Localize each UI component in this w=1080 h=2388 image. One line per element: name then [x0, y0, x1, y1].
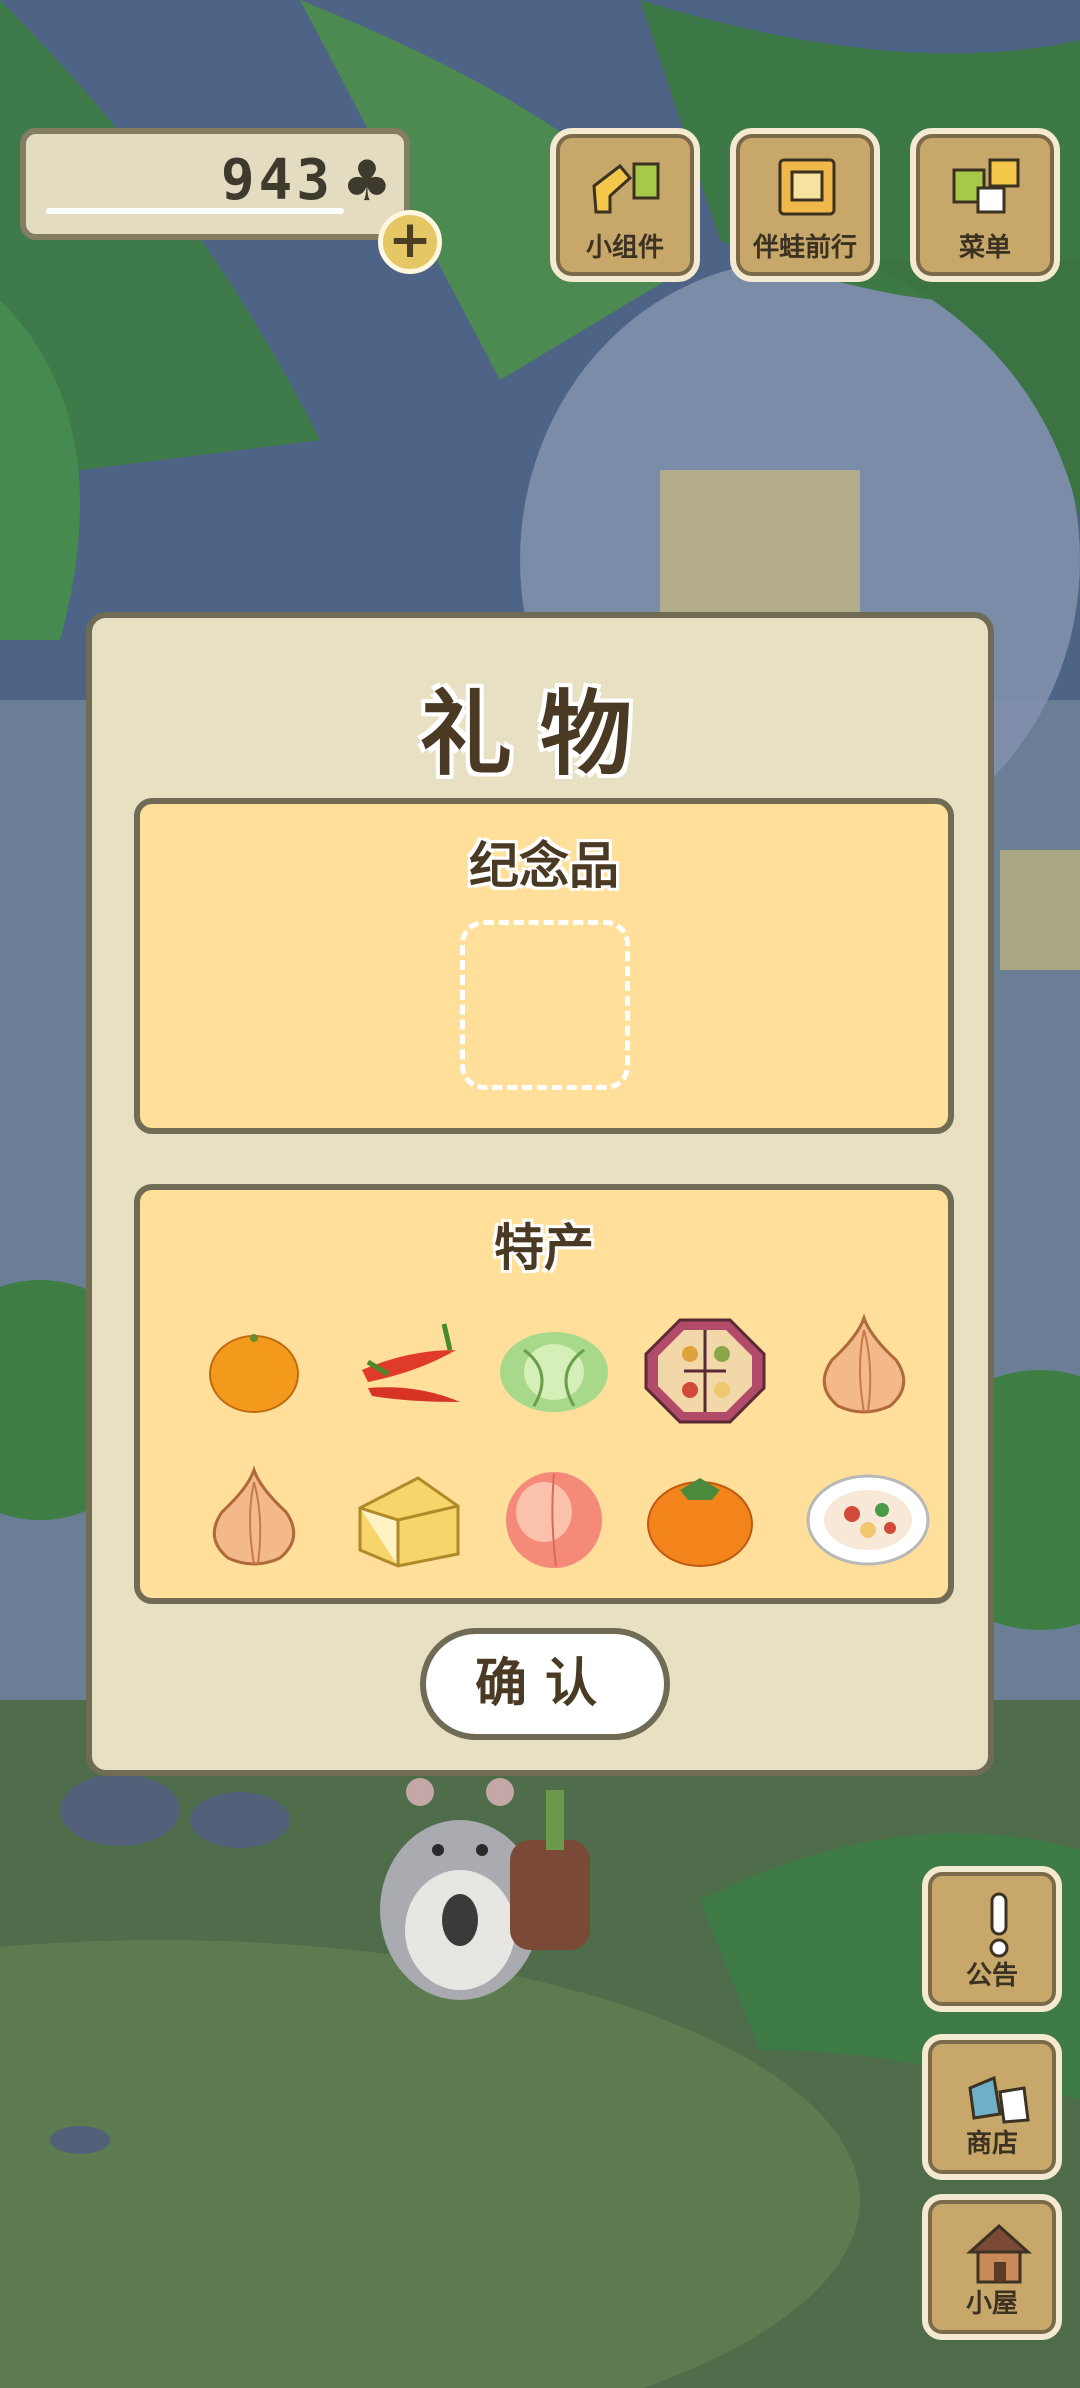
house-icon [966, 2223, 1032, 2284]
onion-icon[interactable] [194, 1458, 314, 1578]
bento-box-icon[interactable] [640, 1306, 770, 1436]
exclamation-icon [989, 1892, 1009, 1958]
menu-cards-icon [952, 158, 1020, 214]
persimmon-icon[interactable] [640, 1458, 760, 1578]
travel-book-icon [778, 158, 836, 216]
clover-icon: ♣ [341, 149, 392, 214]
salad-plate-icon[interactable] [804, 1458, 932, 1578]
widget-button[interactable]: 小组件 [550, 128, 700, 282]
widget-button-label: 小组件 [585, 233, 664, 263]
shop-button[interactable]: 商店 [922, 2034, 1062, 2180]
cabbage-icon[interactable] [494, 1310, 614, 1430]
travel-with-frog-button[interactable]: 伴蛙前行 [730, 128, 880, 282]
counter-underline [46, 208, 344, 214]
menu-button-label: 菜单 [958, 233, 1011, 263]
gift-dialog: 礼物 纪念品 特产 确认 [86, 612, 994, 1776]
onion-icon[interactable] [804, 1306, 924, 1426]
cheese-icon[interactable] [348, 1458, 468, 1578]
add-clover-button[interactable]: + [378, 210, 442, 274]
dialog-title: 礼物 [419, 681, 660, 788]
souvenir-title: 纪念品 [469, 837, 619, 895]
notice-button-label: 公告 [965, 1961, 1018, 1991]
clover-count: 943 [220, 148, 334, 213]
hamster-character[interactable] [350, 1770, 640, 2010]
confirm-button[interactable]: 确认 [420, 1628, 670, 1740]
peach-icon[interactable] [494, 1458, 614, 1578]
cabin-button-label: 小屋 [965, 2289, 1018, 2319]
orange-icon[interactable] [194, 1310, 314, 1430]
widget-icon [592, 162, 660, 214]
menu-button[interactable]: 菜单 [910, 128, 1060, 282]
specialty-title: 特产 [494, 1219, 594, 1277]
clover-counter: 943 ♣ [20, 128, 410, 240]
travel-with-frog-label: 伴蛙前行 [752, 233, 857, 263]
cabin-button[interactable]: 小屋 [922, 2194, 1062, 2340]
shop-button-label: 商店 [965, 2129, 1018, 2159]
souvenir-empty-slot[interactable] [460, 920, 630, 1090]
shop-bags-icon [968, 2075, 1030, 2124]
souvenir-panel: 纪念品 [134, 798, 954, 1134]
notice-button[interactable]: 公告 [922, 1866, 1062, 2012]
chili-pepper-icon[interactable] [348, 1310, 468, 1430]
specialty-panel: 特产 [134, 1184, 954, 1604]
